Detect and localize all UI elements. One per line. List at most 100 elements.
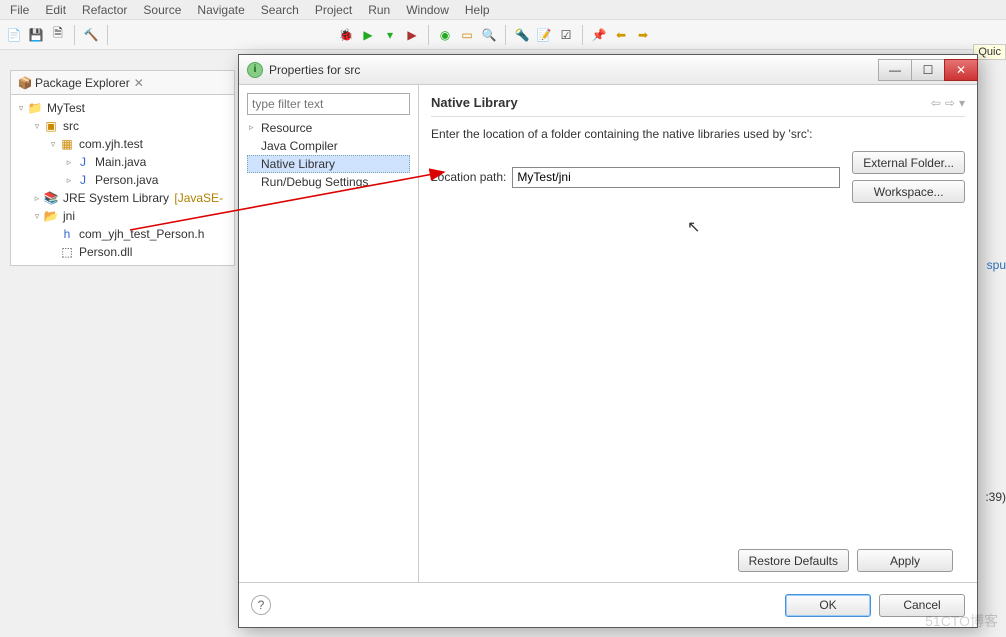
dialog-footer: ? OK Cancel	[239, 583, 977, 627]
run-dropdown-icon[interactable]: ▾	[380, 25, 400, 45]
tree-jre[interactable]: ▹📚JRE System Library [JavaSE-	[13, 189, 232, 207]
library-icon: 📚	[43, 190, 59, 206]
cat-native-library[interactable]: Native Library	[247, 155, 410, 173]
pin-icon[interactable]: 📌	[589, 25, 609, 45]
new-package-icon[interactable]: ▭	[457, 25, 477, 45]
help-icon[interactable]: ?	[251, 595, 271, 615]
package-explorer-icon: 📦	[17, 75, 33, 91]
forward-arrow-icon[interactable]: ⇨	[945, 96, 955, 110]
separator	[74, 25, 75, 45]
tree-label: MyTest	[45, 101, 87, 115]
menu-run[interactable]: Run	[362, 1, 396, 19]
filter-input[interactable]	[247, 93, 410, 115]
tree-java-file[interactable]: ▹JMain.java	[13, 153, 232, 171]
menu-window[interactable]: Window	[400, 1, 455, 19]
clipped-text: spu	[987, 258, 1006, 272]
separator	[428, 25, 429, 45]
tree-header-file[interactable]: hcom_yjh_test_Person.h	[13, 225, 232, 243]
java-file-icon: J	[75, 154, 91, 170]
ext-tools-icon[interactable]: ▶	[402, 25, 422, 45]
menu-navigate[interactable]: Navigate	[191, 1, 250, 19]
separator	[582, 25, 583, 45]
menu-search[interactable]: Search	[255, 1, 305, 19]
tree-src-folder[interactable]: ▿▣src	[13, 117, 232, 135]
apply-button[interactable]: Apply	[857, 549, 953, 572]
project-icon: 📁	[27, 100, 43, 116]
cat-label: Native Library	[261, 157, 335, 171]
close-button[interactable]: ✕	[944, 59, 978, 81]
back-icon[interactable]: ⬅	[611, 25, 631, 45]
maximize-button[interactable]: ☐	[911, 59, 945, 81]
dialog-titlebar[interactable]: i Properties for src — ☐ ✕	[239, 55, 977, 85]
tree-dll-file[interactable]: ⬚Person.dll	[13, 243, 232, 261]
watermark: 51CTO博客	[925, 611, 998, 631]
save-all-icon[interactable]: 🗎	[48, 25, 68, 45]
location-path-input[interactable]	[512, 167, 840, 188]
new-class-icon[interactable]: ◉	[435, 25, 455, 45]
binary-file-icon: ⬚	[59, 244, 75, 260]
menu-file[interactable]: File	[4, 1, 35, 19]
properties-dialog: i Properties for src — ☐ ✕ ▹Resource Jav…	[238, 54, 978, 628]
menu-source[interactable]: Source	[137, 1, 187, 19]
run-icon[interactable]: ▶	[358, 25, 378, 45]
package-explorer-title: Package Explorer	[35, 76, 130, 90]
tree-label: src	[61, 119, 81, 133]
restore-defaults-button[interactable]: Restore Defaults	[738, 549, 849, 572]
h-file-icon: h	[59, 226, 75, 242]
tree-label: JRE System Library	[61, 191, 171, 205]
package-explorer-tab[interactable]: 📦 Package Explorer ✕	[11, 71, 234, 95]
build-icon[interactable]: 🔨	[81, 25, 101, 45]
tree-java-file[interactable]: ▹JPerson.java	[13, 171, 232, 189]
external-folder-button[interactable]: External Folder...	[852, 151, 965, 174]
category-pane: ▹Resource Java Compiler Native Library R…	[239, 85, 419, 582]
task-icon[interactable]: ☑	[556, 25, 576, 45]
annotation-icon[interactable]: 📝	[534, 25, 554, 45]
cat-label: Java Compiler	[261, 139, 338, 153]
search-icon[interactable]: 🔦	[512, 25, 532, 45]
package-explorer-view: 📦 Package Explorer ✕ ▿📁MyTest ▿▣src ▿▦co…	[10, 70, 235, 266]
tree-package[interactable]: ▿▦com.yjh.test	[13, 135, 232, 153]
package-icon: ▦	[59, 136, 75, 152]
tree-jni-folder[interactable]: ▿📂jni	[13, 207, 232, 225]
tree-decorator: [JavaSE-	[174, 191, 223, 205]
debug-icon[interactable]: 🐞	[336, 25, 356, 45]
close-icon[interactable]: ✕	[134, 76, 144, 90]
separator	[107, 25, 108, 45]
open-type-icon[interactable]: 🔍	[479, 25, 499, 45]
cat-resource[interactable]: ▹Resource	[247, 119, 410, 137]
tree-project[interactable]: ▿📁MyTest	[13, 99, 232, 117]
menu-help[interactable]: Help	[459, 1, 496, 19]
menu-refactor[interactable]: Refactor	[76, 1, 133, 19]
tree-label: com.yjh.test	[77, 137, 145, 151]
minimize-button[interactable]: —	[878, 59, 912, 81]
new-icon[interactable]: 📄	[4, 25, 24, 45]
cat-run-debug[interactable]: Run/Debug Settings	[247, 173, 410, 191]
tree-label: Person.java	[93, 173, 160, 187]
cat-java-compiler[interactable]: Java Compiler	[247, 137, 410, 155]
forward-icon[interactable]: ➡	[633, 25, 653, 45]
menu-bar: File Edit Refactor Source Navigate Searc…	[0, 0, 1006, 20]
separator	[505, 25, 506, 45]
menu-project[interactable]: Project	[309, 1, 358, 19]
cat-label: Run/Debug Settings	[261, 175, 368, 189]
java-file-icon: J	[75, 172, 91, 188]
tree-label: Person.dll	[77, 245, 134, 259]
ok-button[interactable]: OK	[785, 594, 871, 617]
tree-label: com_yjh_test_Person.h	[77, 227, 206, 241]
settings-description: Enter the location of a folder containin…	[431, 127, 965, 141]
clipped-text: :39)	[985, 490, 1006, 504]
menu-edit[interactable]: Edit	[39, 1, 72, 19]
tree-label: jni	[61, 209, 77, 223]
save-icon[interactable]: 💾	[26, 25, 46, 45]
location-label: Location path:	[431, 170, 506, 184]
main-toolbar: 📄 💾 🗎 🔨 🐞 ▶ ▾ ▶ ◉ ▭ 🔍 🔦 📝 ☑ 📌 ⬅ ➡	[0, 20, 1006, 50]
workspace-button[interactable]: Workspace...	[852, 180, 965, 203]
project-tree: ▿📁MyTest ▿▣src ▿▦com.yjh.test ▹JMain.jav…	[11, 95, 234, 265]
folder-icon: 📂	[43, 208, 59, 224]
dropdown-icon[interactable]: ▾	[959, 96, 965, 110]
back-arrow-icon[interactable]: ⇦	[931, 96, 941, 110]
source-folder-icon: ▣	[43, 118, 59, 134]
settings-heading: Native Library	[431, 95, 518, 110]
dialog-icon: i	[247, 62, 263, 78]
cat-label: Resource	[261, 121, 312, 135]
